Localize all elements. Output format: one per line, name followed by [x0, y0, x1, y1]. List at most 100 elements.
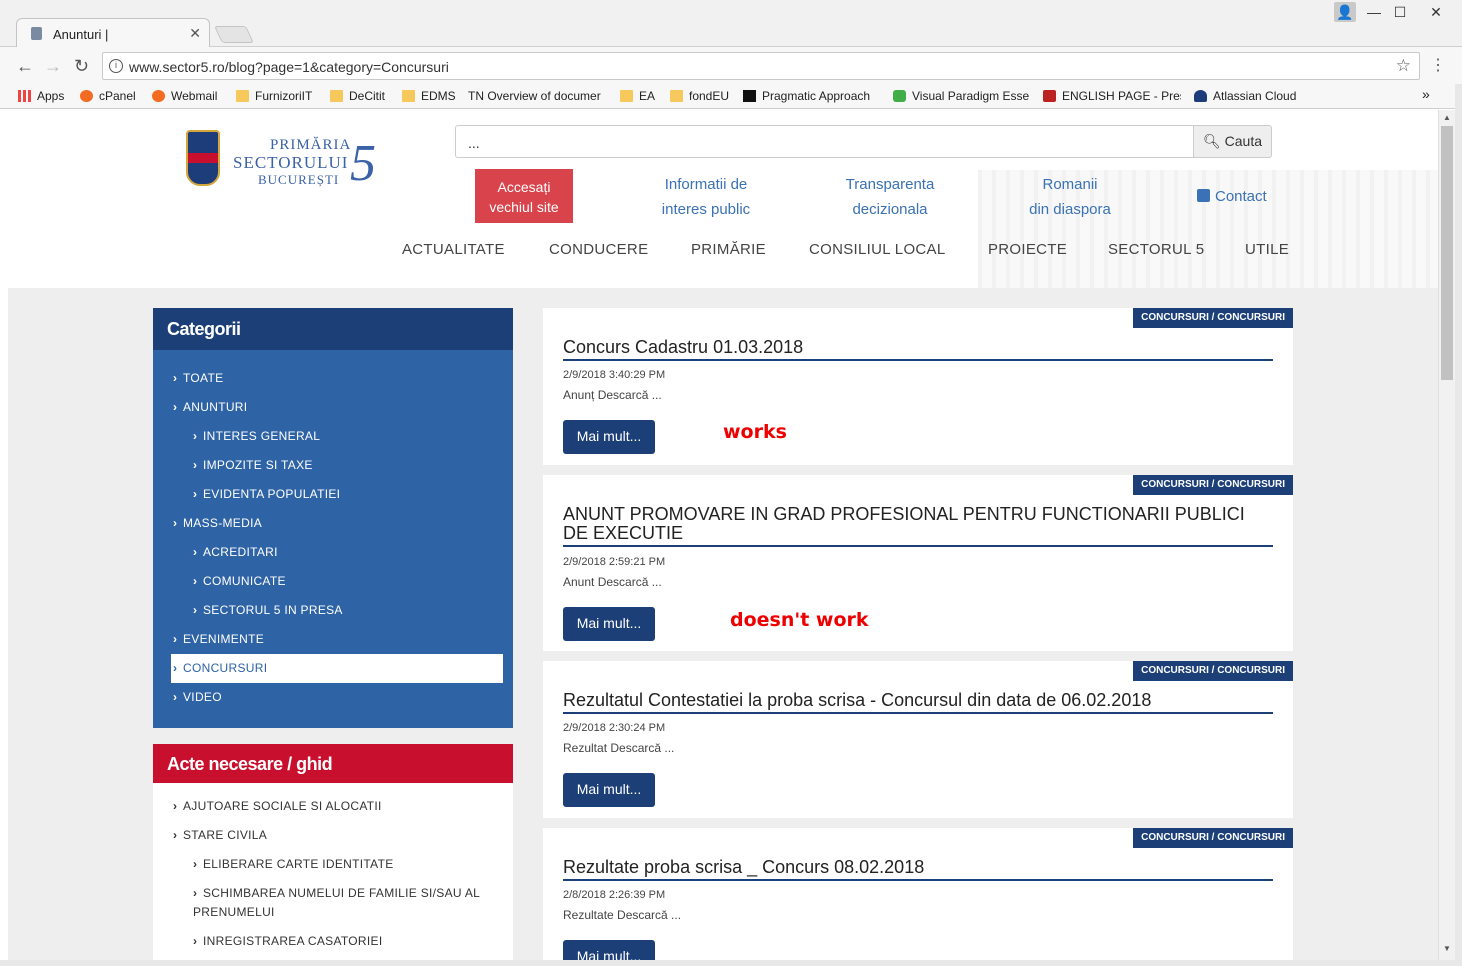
page-scrollbar[interactable]: ▲ ▼	[1438, 110, 1455, 960]
nav-conducere[interactable]: CONDUCERE	[549, 241, 648, 258]
category-item[interactable]: › INTERES GENERAL	[173, 422, 503, 451]
chevron-right-icon: ›	[173, 690, 178, 704]
post-category-badge[interactable]: CONCURSURI / CONCURSURI	[1133, 308, 1293, 328]
back-icon[interactable]: ←	[16, 56, 34, 77]
chevron-right-icon: ›	[193, 429, 198, 443]
bookmark-edms[interactable]: EDMS	[402, 89, 456, 103]
category-item[interactable]: › ACREDITARI	[173, 538, 503, 567]
post-date: 2/8/2018 2:26:39 PM	[563, 889, 666, 901]
bookmark-fondeu[interactable]: fondEU	[670, 89, 729, 103]
post-category-badge[interactable]: CONCURSURI / CONCURSURI	[1133, 475, 1293, 495]
contact-link[interactable]: Contact	[1197, 188, 1267, 205]
tab-title: Anunturi |	[53, 27, 109, 42]
user-profile-icon[interactable]: 👤	[1334, 2, 1356, 22]
read-more-button[interactable]: Mai mult...	[563, 940, 655, 960]
post-card: CONCURSURI / CONCURSURI Concurs Cadastru…	[543, 308, 1293, 465]
bookmark-cpanel[interactable]: cPanel	[80, 89, 136, 103]
nav-proiecte[interactable]: PROIECTE	[988, 241, 1067, 258]
close-window-icon[interactable]: ✕	[1426, 2, 1446, 22]
nav-sectorul5[interactable]: SECTORUL 5	[1108, 241, 1204, 258]
window-frame-right	[1455, 84, 1462, 966]
category-item[interactable]: › SECTORUL 5 IN PRESA	[173, 596, 503, 625]
coat-of-arms-logo[interactable]	[186, 130, 220, 186]
acte-item[interactable]: › AJUTOARE SOCIALE SI ALOCATII	[173, 797, 503, 816]
scroll-up-icon[interactable]: ▲	[1443, 113, 1451, 122]
read-more-button[interactable]: Mai mult...	[563, 607, 655, 641]
post-title[interactable]: Rezultatul Contestatiei la proba scrisa …	[563, 691, 1273, 714]
acte-item[interactable]: › SCHIMBAREA NUMELUI DE FAMILIE SI/SAU AL…	[173, 884, 503, 922]
address-bar[interactable]: i www.sector5.ro/blog?page=1&category=Co…	[102, 52, 1420, 80]
medium-m-icon	[743, 90, 756, 102]
logo-line1: PRIMĂRIA	[270, 137, 352, 153]
e-icon	[1043, 90, 1056, 102]
scroll-down-icon[interactable]: ▼	[1443, 944, 1451, 953]
info-icon[interactable]: i	[109, 59, 123, 73]
more-bookmarks-icon[interactable]: »	[1422, 86, 1430, 102]
bookmark-ea[interactable]: EA	[620, 89, 655, 103]
reload-icon[interactable]: ↻	[74, 56, 89, 77]
category-item-active[interactable]: › CONCURSURI	[171, 654, 503, 683]
category-item[interactable]: › TOATE	[173, 364, 503, 393]
search-input[interactable]: ...	[455, 125, 1195, 158]
post-title[interactable]: Rezultate proba scrisa _ Concurs 08.02.2…	[563, 858, 1273, 881]
bookmark-webmail[interactable]: Webmail	[152, 89, 217, 103]
bookmark-visual-paradigm[interactable]: Visual Paradigm Esse	[893, 89, 1029, 103]
scrollbar-thumb[interactable]	[1441, 126, 1453, 380]
browser-menu-icon[interactable]: ⋮	[1430, 55, 1446, 75]
chevron-right-icon: ›	[173, 632, 178, 646]
acte-item[interactable]: › STARE CIVILA	[173, 826, 503, 845]
bookmark-atlassian[interactable]: Atlassian Cloud	[1194, 89, 1296, 103]
url-text: www.sector5.ro/blog?page=1&category=Conc…	[129, 59, 449, 75]
acte-item[interactable]: › INREGISTRAREA CASATORIEI	[173, 932, 503, 951]
bookmark-overview[interactable]: TN Overview of documer	[468, 89, 606, 103]
bookmarks-bar: Apps cPanel Webmail FurnizoriIT DeCitit …	[0, 84, 1462, 109]
category-item[interactable]: › COMUNICATE	[173, 567, 503, 596]
post-excerpt: Rezultat Descarcă ...	[563, 741, 675, 755]
search-button[interactable]: 🔍︎ Cauta	[1193, 125, 1272, 158]
category-item[interactable]: › EVIDENTA POPULATIEI	[173, 480, 503, 509]
close-tab-icon[interactable]: ✕	[189, 25, 201, 42]
chevron-right-icon: ›	[173, 400, 178, 414]
bookmark-english-page[interactable]: ENGLISH PAGE - Pres	[1043, 89, 1181, 103]
read-more-button[interactable]: Mai mult...	[563, 420, 655, 454]
chevron-right-icon: ›	[193, 934, 198, 948]
link-transparenta[interactable]: Transparenta decizionala	[822, 172, 958, 222]
post-title[interactable]: ANUNT PROMOVARE IN GRAD PROFESIONAL PENT…	[563, 505, 1273, 547]
window-frame-bottom	[0, 960, 1462, 966]
nav-consiliul-local[interactable]: CONSILIUL LOCAL	[809, 241, 946, 258]
apps-grid-icon	[18, 90, 31, 102]
search-icon: 🔍︎	[1202, 133, 1221, 149]
chevron-right-icon: ›	[193, 487, 198, 501]
bookmark-pragmatic[interactable]: Pragmatic Approach	[743, 89, 879, 103]
bookmark-apps[interactable]: Apps	[18, 89, 64, 103]
chevron-right-icon: ›	[193, 458, 198, 472]
logo-line2: SECTORULUI	[233, 153, 349, 172]
category-item[interactable]: › ANUNTURI	[173, 393, 503, 422]
nav-utile[interactable]: UTILE	[1245, 241, 1289, 258]
read-more-button[interactable]: Mai mult...	[563, 773, 655, 807]
nav-actualitate[interactable]: ACTUALITATE	[402, 241, 505, 258]
link-interes-public[interactable]: Informatii de interes public	[638, 172, 774, 222]
chevron-right-icon: ›	[173, 516, 178, 530]
bookmark-decitit[interactable]: DeCitit	[330, 89, 385, 103]
category-item[interactable]: › IMPOZITE SI TAXE	[173, 451, 503, 480]
post-category-badge[interactable]: CONCURSURI / CONCURSURI	[1133, 661, 1293, 681]
new-tab-button[interactable]	[214, 26, 254, 43]
link-diaspora[interactable]: Romanii din diaspora	[1002, 172, 1138, 222]
post-title[interactable]: Concurs Cadastru 01.03.2018	[563, 338, 1273, 361]
annotation-works: works	[723, 421, 787, 443]
post-category-badge[interactable]: CONCURSURI / CONCURSURI	[1133, 828, 1293, 848]
forward-icon[interactable]: →	[44, 56, 62, 77]
category-item[interactable]: › EVENIMENTE	[173, 625, 503, 654]
nav-primarie[interactable]: PRIMĂRIE	[691, 241, 766, 258]
bookmark-star-icon[interactable]: ☆	[1396, 56, 1411, 76]
maximize-icon[interactable]: ☐	[1390, 2, 1410, 22]
category-item[interactable]: › MASS-MEDIA	[173, 509, 503, 538]
old-site-button[interactable]: Accesați vechiul site	[475, 169, 573, 223]
acte-item[interactable]: › ELIBERARE CARTE IDENTITATE	[173, 855, 503, 874]
category-item[interactable]: › VIDEO	[173, 683, 503, 712]
minimize-icon[interactable]: —	[1364, 2, 1384, 22]
browser-tab[interactable]: Anunturi | ✕	[16, 18, 210, 48]
bookmark-furnizorit[interactable]: FurnizoriIT	[236, 89, 312, 103]
site-header: PRIMĂRIA SECTORULUI BUCUREȘTI 5 ... 🔍︎ C…	[8, 110, 1438, 288]
